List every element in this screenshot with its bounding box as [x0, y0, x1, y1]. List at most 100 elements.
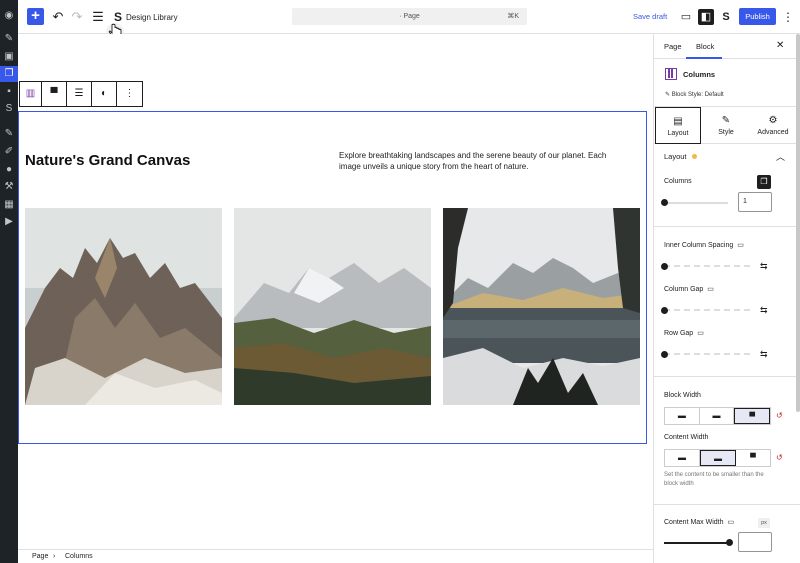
editor-canvas: ▥ ▀ ☰ ◐ ⋮ Nature's Grand Canvas Explore …	[18, 34, 653, 549]
row-gap-thumb[interactable]	[661, 351, 668, 358]
media-icon[interactable]: ▣	[3, 51, 15, 63]
command-bar-label: · Page	[399, 13, 420, 20]
sidebar-tabs: Page Block ✕	[654, 34, 800, 59]
content-max-width-slider[interactable]	[664, 542, 730, 544]
unit-selector[interactable]: px	[758, 518, 770, 528]
content-max-width-text: Content Max Width	[664, 519, 724, 526]
content-width-help: Set the content to be smaller than the b…	[664, 472, 764, 487]
divider	[654, 226, 800, 227]
column-gap-slider[interactable]	[664, 309, 750, 311]
mountain-lake-image[interactable]	[443, 208, 640, 405]
content-max-width-input[interactable]	[738, 532, 772, 552]
dashboard-icon[interactable]: ◉	[3, 10, 15, 22]
row-gap-text: Row Gap	[664, 330, 694, 337]
column-gap-text: Column Gap	[664, 286, 704, 293]
columns-block[interactable]: Nature's Grand Canvas Explore breathtaki…	[18, 111, 647, 444]
changed-indicator	[692, 154, 697, 159]
redo-icon[interactable]: ↷	[69, 9, 85, 25]
block-title: Columns	[683, 70, 716, 79]
content-full-icon[interactable]: ▀	[736, 450, 770, 466]
page-heading[interactable]: Nature's Grand Canvas	[25, 152, 190, 169]
style-icon[interactable]: ◐	[92, 82, 117, 106]
block-width-icon[interactable]: ▀	[42, 82, 67, 106]
play-icon[interactable]: ▶	[3, 216, 15, 228]
sidebar-scrollbar[interactable]	[796, 34, 800, 412]
tab-block[interactable]: Block	[696, 42, 714, 51]
appearance-icon[interactable]: ✎	[3, 128, 15, 140]
block-width-label: Block Width	[664, 392, 701, 399]
command-bar[interactable]: · Page ⌘K	[292, 8, 527, 25]
width-content-icon[interactable]: ▬	[665, 408, 700, 424]
inspector-tabs: ▤ Layout ✎ Style ⚙ Advanced	[654, 106, 800, 144]
content-wide-icon[interactable]: ▬	[700, 450, 736, 466]
columns-slider-thumb[interactable]	[661, 199, 668, 206]
tab-style-label: Style	[718, 129, 734, 136]
publish-button[interactable]: Publish	[739, 8, 776, 25]
width-wide-icon[interactable]: ▬	[700, 408, 735, 424]
stackable-settings-icon[interactable]: S	[718, 9, 734, 25]
list-view-icon[interactable]: ☰	[90, 9, 106, 25]
block-toolbar: ▥ ▀ ☰ ◐ ⋮	[19, 81, 143, 107]
chevron-up-icon[interactable]: ︿	[776, 150, 785, 163]
close-icon[interactable]: ✕	[776, 40, 784, 51]
breadcrumb: Page › Columns	[18, 549, 653, 563]
gear-icon: ⚙	[768, 115, 778, 126]
pages-icon[interactable]: ❐	[0, 66, 18, 82]
description-text[interactable]: Explore breathtaking landscapes and the …	[339, 151, 629, 172]
content-max-width-thumb[interactable]	[726, 539, 733, 546]
mountain-peaks-image[interactable]	[25, 208, 222, 405]
save-draft-button[interactable]: Save draft	[633, 12, 667, 21]
stackable-icon[interactable]: S	[3, 103, 15, 115]
columns-input[interactable]: 1	[738, 192, 772, 212]
row-gap-slider[interactable]	[664, 353, 750, 355]
settings-toggle-icon[interactable]: ◧	[698, 9, 714, 25]
columns-layout-icon[interactable]: ❐	[757, 175, 771, 189]
tab-advanced[interactable]: ⚙ Advanced	[750, 107, 796, 144]
divider	[654, 376, 800, 377]
inner-spacing-slider[interactable]	[664, 265, 750, 267]
tab-style[interactable]: ✎ Style	[703, 107, 749, 144]
adjust-icon[interactable]: ⇆	[760, 261, 768, 272]
tab-page[interactable]: Page	[664, 42, 682, 51]
block-style-label[interactable]: ✎ Block Style: Default	[665, 91, 724, 98]
desktop-icon[interactable]: ▭	[707, 286, 714, 293]
align-icon[interactable]: ☰	[67, 82, 92, 106]
content-narrow-icon[interactable]: ▬	[665, 450, 700, 466]
column-gap-thumb[interactable]	[661, 307, 668, 314]
content-max-width-label: Content Max Width ▭	[664, 518, 734, 526]
inner-spacing-thumb[interactable]	[661, 263, 668, 270]
options-menu-icon[interactable]: ⋮	[782, 9, 794, 25]
settings-icon[interactable]: ▦	[3, 199, 15, 211]
add-block-button[interactable]: +	[27, 8, 44, 25]
brush-icon: ✎	[721, 115, 731, 126]
layout-panel-title[interactable]: Layout	[664, 152, 687, 161]
undo-icon[interactable]: ↶	[50, 9, 66, 25]
columns-block-icon[interactable]: ▥	[20, 82, 42, 106]
preview-desktop-icon[interactable]: ▭	[678, 9, 694, 25]
reset-icon[interactable]: ↺	[776, 411, 783, 420]
valley-image[interactable]	[234, 208, 431, 405]
divider	[654, 504, 800, 505]
desktop-icon[interactable]: ▭	[697, 330, 704, 337]
adjust-icon[interactable]: ⇆	[760, 305, 768, 316]
adjust-icon[interactable]: ⇆	[760, 349, 768, 360]
pin-icon[interactable]: ✎	[3, 33, 15, 45]
tab-advanced-label: Advanced	[757, 129, 789, 136]
comments-icon[interactable]: ▪	[3, 86, 15, 98]
tab-layout[interactable]: ▤ Layout	[655, 107, 701, 144]
row-gap-label: Row Gap ▭	[664, 329, 704, 337]
tools-icon[interactable]: ⚒	[3, 181, 15, 193]
command-shortcut: ⌘K	[507, 13, 519, 20]
breadcrumb-page[interactable]: Page	[32, 550, 48, 563]
breadcrumb-separator-icon: ›	[53, 553, 56, 560]
breadcrumb-columns[interactable]: Columns	[65, 550, 93, 563]
desktop-icon[interactable]: ▭	[728, 519, 735, 526]
plugins-icon[interactable]: ✐	[3, 146, 15, 158]
more-options-icon[interactable]: ⋮	[117, 82, 142, 106]
users-icon[interactable]: ●	[3, 164, 15, 176]
columns-slider[interactable]	[664, 202, 728, 204]
reset-icon[interactable]: ↺	[776, 453, 783, 462]
width-full-icon[interactable]: ▀	[734, 408, 771, 424]
active-tab-indicator	[686, 57, 722, 59]
desktop-icon[interactable]: ▭	[737, 242, 744, 249]
